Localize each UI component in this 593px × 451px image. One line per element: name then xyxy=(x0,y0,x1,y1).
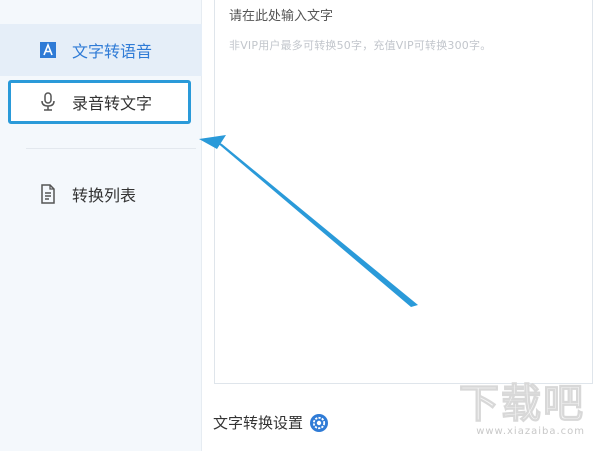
sidebar-item-speech-to-text[interactable]: 录音转文字 xyxy=(8,80,191,124)
sidebar-item-conversion-list[interactable]: 转换列表 xyxy=(0,168,202,220)
sidebar-item-label: 录音转文字 xyxy=(72,94,153,113)
watermark-url: www.xiazaiba.com xyxy=(476,426,585,437)
gear-icon[interactable] xyxy=(309,413,329,433)
watermark-logo: 下载吧 www.xiazaiba.com xyxy=(450,382,585,448)
document-list-icon xyxy=(38,184,58,204)
settings-label: 文字转换设置 xyxy=(213,414,304,432)
sidebar-item-text-to-speech[interactable]: 文字转语音 xyxy=(0,24,202,76)
input-placeholder: 请在此处输入文字 xyxy=(229,9,334,24)
text-a-icon xyxy=(38,40,58,60)
watermark-main: 下载吧 xyxy=(459,381,585,427)
text-input-area[interactable]: 请在此处输入文字 非VIP用户最多可转换50字，充值VIP可转换300字。 xyxy=(214,0,593,384)
sidebar-divider xyxy=(26,148,196,149)
vip-limit-hint: 非VIP用户最多可转换50字，充值VIP可转换300字。 xyxy=(229,39,492,52)
sidebar: 文字转语音 录音转文字 转换列表 xyxy=(0,0,202,451)
microphone-icon xyxy=(38,92,58,112)
sidebar-item-label: 转换列表 xyxy=(72,186,137,205)
sidebar-item-label: 文字转语音 xyxy=(72,42,153,61)
conversion-settings: 文字转换设置 xyxy=(213,412,329,433)
